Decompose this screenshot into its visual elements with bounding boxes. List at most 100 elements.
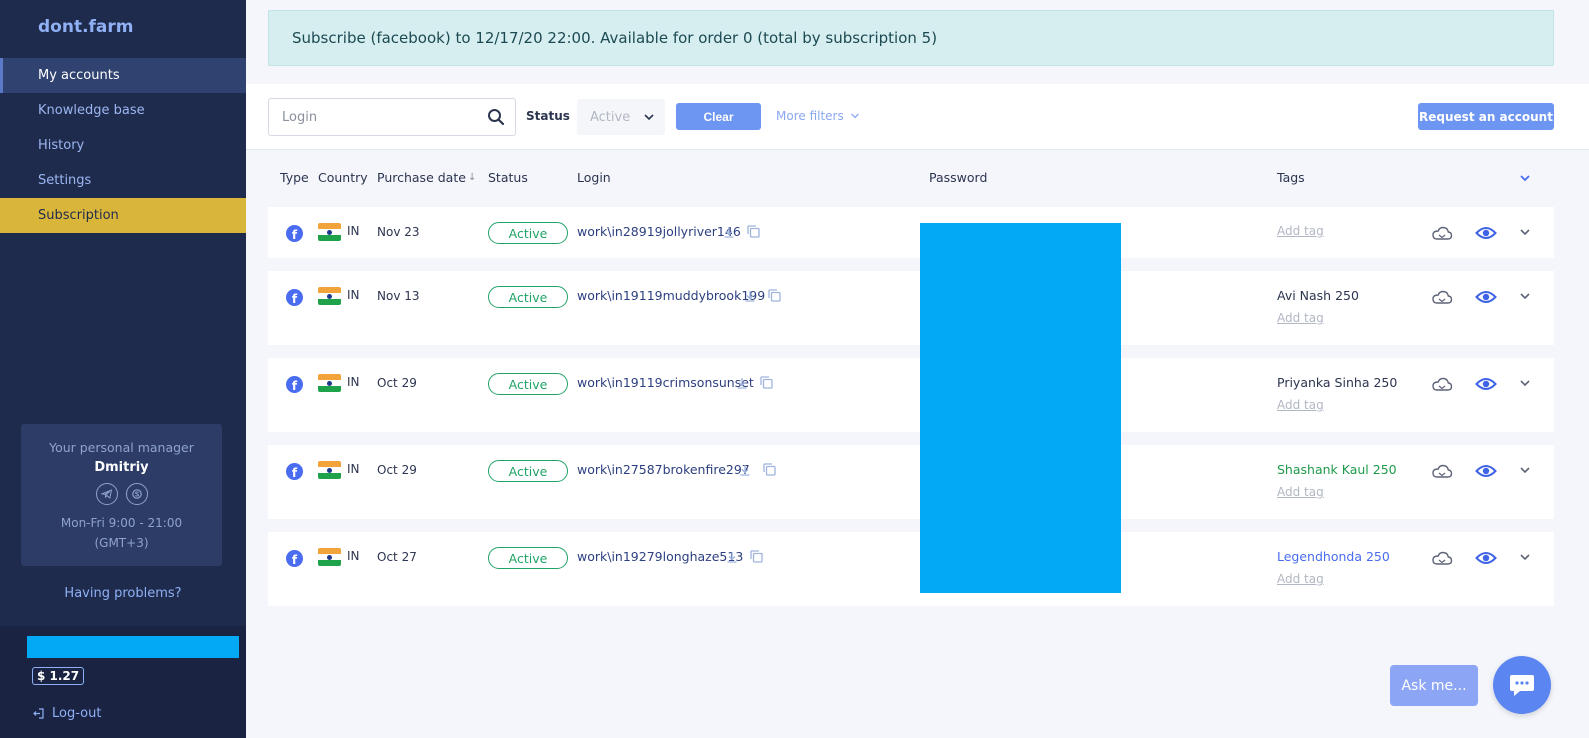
- chevron-down-icon[interactable]: [1519, 290, 1531, 302]
- sidebar-item-settings[interactable]: Settings: [0, 163, 246, 198]
- cloud-sync-icon[interactable]: [1431, 289, 1453, 305]
- chat-icon: [1510, 675, 1534, 696]
- facebook-icon: f: [286, 463, 303, 480]
- table-row: f IN Oct 29 Active work\in27587brokenfire297…: [268, 445, 1554, 519]
- copy-icon[interactable]: [746, 224, 761, 239]
- download-icon[interactable]: [722, 225, 736, 239]
- chevron-down-icon[interactable]: [1519, 551, 1531, 563]
- account-login[interactable]: work\in28919jollyriver146: [577, 224, 741, 239]
- eye-icon[interactable]: [1475, 375, 1497, 393]
- sort-arrow-icon[interactable]: ↓: [468, 172, 476, 183]
- manager-timezone: (GMT+3): [94, 536, 149, 550]
- col-login[interactable]: Login: [577, 170, 611, 185]
- status-badge: Active: [488, 373, 568, 395]
- manager-card: Your personal manager Dmitriy Mon-Fri 9:…: [21, 424, 222, 566]
- eye-icon[interactable]: [1475, 549, 1497, 567]
- cloud-sync-icon[interactable]: [1431, 550, 1453, 566]
- account-tag[interactable]: Priyanka Sinha 250: [1277, 375, 1397, 390]
- status-filter-select[interactable]: Active: [577, 99, 665, 135]
- clear-button[interactable]: Clear: [676, 103, 761, 130]
- purchase-date: Nov 23: [377, 225, 420, 239]
- country-code: IN: [347, 224, 360, 238]
- add-tag-link[interactable]: Add tag: [1277, 311, 1324, 325]
- request-account-button[interactable]: Request an account: [1418, 103, 1554, 130]
- cloud-sync-icon[interactable]: [1431, 463, 1453, 479]
- expand-all-chevron-icon[interactable]: [1519, 172, 1531, 184]
- table-row: f IN Nov 13 Active work\in19119muddybrook199…: [268, 271, 1554, 345]
- sidebar-item-knowledge-base[interactable]: Knowledge base: [0, 93, 246, 128]
- sidebar-nav: My accounts Knowledge base History Setti…: [0, 58, 246, 233]
- country-code: IN: [347, 375, 360, 389]
- table-row: f IN Nov 23 Active work\in28919jollyriver146…: [268, 207, 1554, 258]
- logout-label: Log-out: [52, 706, 102, 721]
- brand-logo[interactable]: dont.farm: [38, 17, 134, 37]
- col-status[interactable]: Status: [488, 170, 528, 185]
- add-tag-link[interactable]: Add tag: [1277, 224, 1324, 238]
- cloud-sync-icon[interactable]: [1431, 225, 1453, 241]
- sidebar: dont.farm My accounts Knowledge base His…: [0, 0, 246, 738]
- country-code: IN: [347, 462, 360, 476]
- cloud-sync-icon[interactable]: [1431, 376, 1453, 392]
- country-code: IN: [347, 288, 360, 302]
- account-tag[interactable]: Legendhonda 250: [1277, 549, 1390, 564]
- having-problems-link[interactable]: Having problems?: [0, 586, 246, 601]
- sidebar-item-my-accounts[interactable]: My accounts: [0, 58, 246, 93]
- more-filters-button[interactable]: More filters: [776, 109, 860, 123]
- copy-icon[interactable]: [762, 462, 777, 477]
- chevron-down-icon[interactable]: [1519, 377, 1531, 389]
- search-input[interactable]: [269, 99, 469, 135]
- col-type[interactable]: Type: [280, 170, 309, 185]
- password-redaction: [920, 223, 1121, 593]
- col-country[interactable]: Country: [318, 170, 368, 185]
- download-icon[interactable]: [743, 289, 757, 303]
- col-purchase-date[interactable]: Purchase date: [377, 170, 466, 185]
- add-tag-link[interactable]: Add tag: [1277, 485, 1324, 499]
- ask-me-button[interactable]: Ask me...: [1390, 665, 1478, 706]
- table-row: f IN Oct 29 Active work\in19119crimsonsunset…: [268, 358, 1554, 432]
- facebook-icon: f: [286, 289, 303, 306]
- add-tag-link[interactable]: Add tag: [1277, 398, 1324, 412]
- logout-button[interactable]: Log-out: [32, 706, 101, 721]
- account-login[interactable]: work\in27587brokenfire297: [577, 462, 750, 477]
- more-filters-label: More filters: [776, 109, 844, 123]
- sidebar-item-history[interactable]: History: [0, 128, 246, 163]
- col-password[interactable]: Password: [929, 170, 987, 185]
- skype-icon[interactable]: [125, 483, 148, 505]
- facebook-icon: f: [286, 376, 303, 393]
- telegram-icon[interactable]: [95, 483, 118, 505]
- download-icon[interactable]: [738, 463, 752, 477]
- account-tag[interactable]: Shashank Kaul 250: [1277, 462, 1397, 477]
- eye-icon[interactable]: [1475, 288, 1497, 306]
- search-icon[interactable]: [487, 108, 505, 130]
- chat-button[interactable]: [1493, 656, 1551, 714]
- eye-icon[interactable]: [1475, 224, 1497, 242]
- download-icon[interactable]: [725, 550, 739, 564]
- india-flag-icon: [318, 374, 341, 392]
- add-tag-link[interactable]: Add tag: [1277, 572, 1324, 586]
- copy-icon[interactable]: [759, 375, 774, 390]
- eye-icon[interactable]: [1475, 462, 1497, 480]
- download-icon[interactable]: [735, 376, 749, 390]
- purchase-date: Oct 29: [377, 463, 417, 477]
- copy-icon[interactable]: [767, 288, 782, 303]
- manager-label: Your personal manager: [49, 440, 194, 455]
- copy-icon[interactable]: [749, 549, 764, 564]
- status-badge: Active: [488, 460, 568, 482]
- account-tag[interactable]: Avi Nash 250: [1277, 288, 1359, 303]
- table-row: f IN Oct 27 Active work\in19279longhaze513 Le…: [268, 532, 1554, 606]
- subscription-alert: Subscribe (facebook) to 12/17/20 22:00. …: [268, 10, 1554, 66]
- account-login[interactable]: work\in19279longhaze513: [577, 549, 743, 564]
- chevron-down-icon[interactable]: [1519, 226, 1531, 238]
- manager-hours: Mon-Fri 9:00 - 21:00: [60, 516, 183, 530]
- filter-bar: Status Active Clear More filters Request…: [246, 84, 1589, 150]
- chevron-down-icon[interactable]: [1519, 464, 1531, 476]
- status-filter-label: Status: [526, 109, 570, 123]
- purchase-date: Oct 27: [377, 550, 417, 564]
- search-box: [268, 98, 516, 136]
- account-login[interactable]: work\in19119crimsonsunset: [577, 375, 754, 390]
- account-login[interactable]: work\in19119muddybrook199: [577, 288, 765, 303]
- sidebar-item-subscription[interactable]: Subscription: [0, 198, 246, 233]
- col-tags[interactable]: Tags: [1277, 170, 1305, 185]
- status-badge: Active: [488, 547, 568, 569]
- status-badge: Active: [488, 222, 568, 244]
